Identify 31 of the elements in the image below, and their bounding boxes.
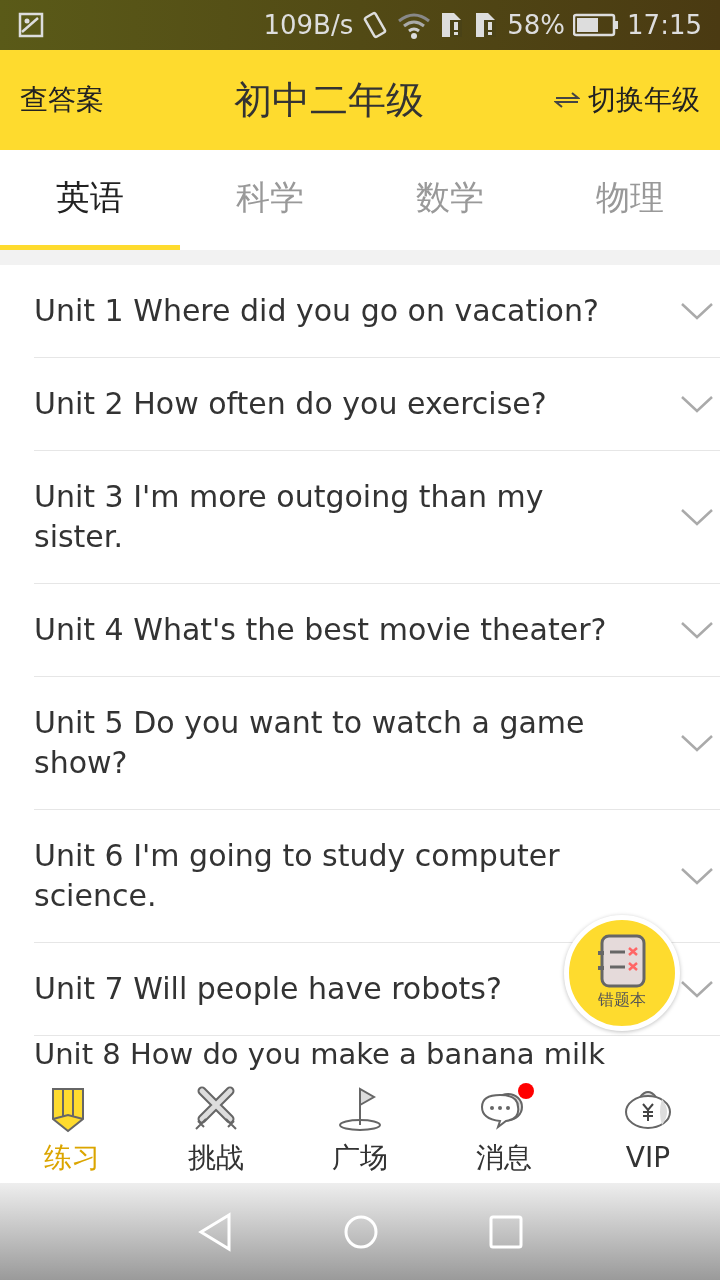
flag-icon	[336, 1085, 384, 1133]
nav-tab[interactable]: 挑战	[144, 1081, 288, 1183]
nav-tab[interactable]: 广场	[288, 1081, 432, 1183]
chevron-down-icon	[680, 979, 714, 999]
nav-tab[interactable]: VIP	[576, 1081, 720, 1183]
clock: 17:15	[627, 8, 702, 42]
unit-row[interactable]: Unit 1 Where did you go on vacation?	[34, 265, 720, 358]
unit-row[interactable]: Unit 4 What's the best movie theater?	[34, 584, 720, 677]
wifi-icon	[397, 11, 432, 39]
swap-icon	[554, 90, 580, 110]
battery-icon	[573, 13, 620, 37]
unit-row[interactable]: Unit 3 I'm more outgoing than my sister.	[34, 451, 720, 584]
unit-row[interactable]: Unit 2 How often do you exercise?	[34, 358, 720, 451]
nav-tab[interactable]: 消息	[432, 1081, 576, 1183]
recents-icon[interactable]	[489, 1214, 523, 1249]
image-icon	[18, 12, 44, 38]
answers-link[interactable]: 查答案	[20, 79, 104, 121]
chevron-down-icon	[680, 394, 714, 414]
page-title: 初中二年级	[234, 76, 424, 124]
unit-row[interactable]: Unit 5 Do you want to watch a game show?	[34, 677, 720, 810]
chevron-down-icon	[680, 620, 714, 640]
chevron-down-icon	[680, 507, 714, 527]
network-speed: 109B/s	[263, 8, 354, 42]
chevron-down-icon	[680, 866, 714, 886]
home-icon[interactable]	[343, 1213, 379, 1250]
battery-percent: 58%	[507, 8, 566, 42]
chevron-down-icon	[680, 733, 714, 753]
chevron-down-icon	[680, 301, 714, 321]
notebook-icon	[597, 934, 647, 988]
switch-grade-button[interactable]: 切换年级	[554, 79, 700, 121]
back-icon[interactable]	[197, 1211, 233, 1252]
